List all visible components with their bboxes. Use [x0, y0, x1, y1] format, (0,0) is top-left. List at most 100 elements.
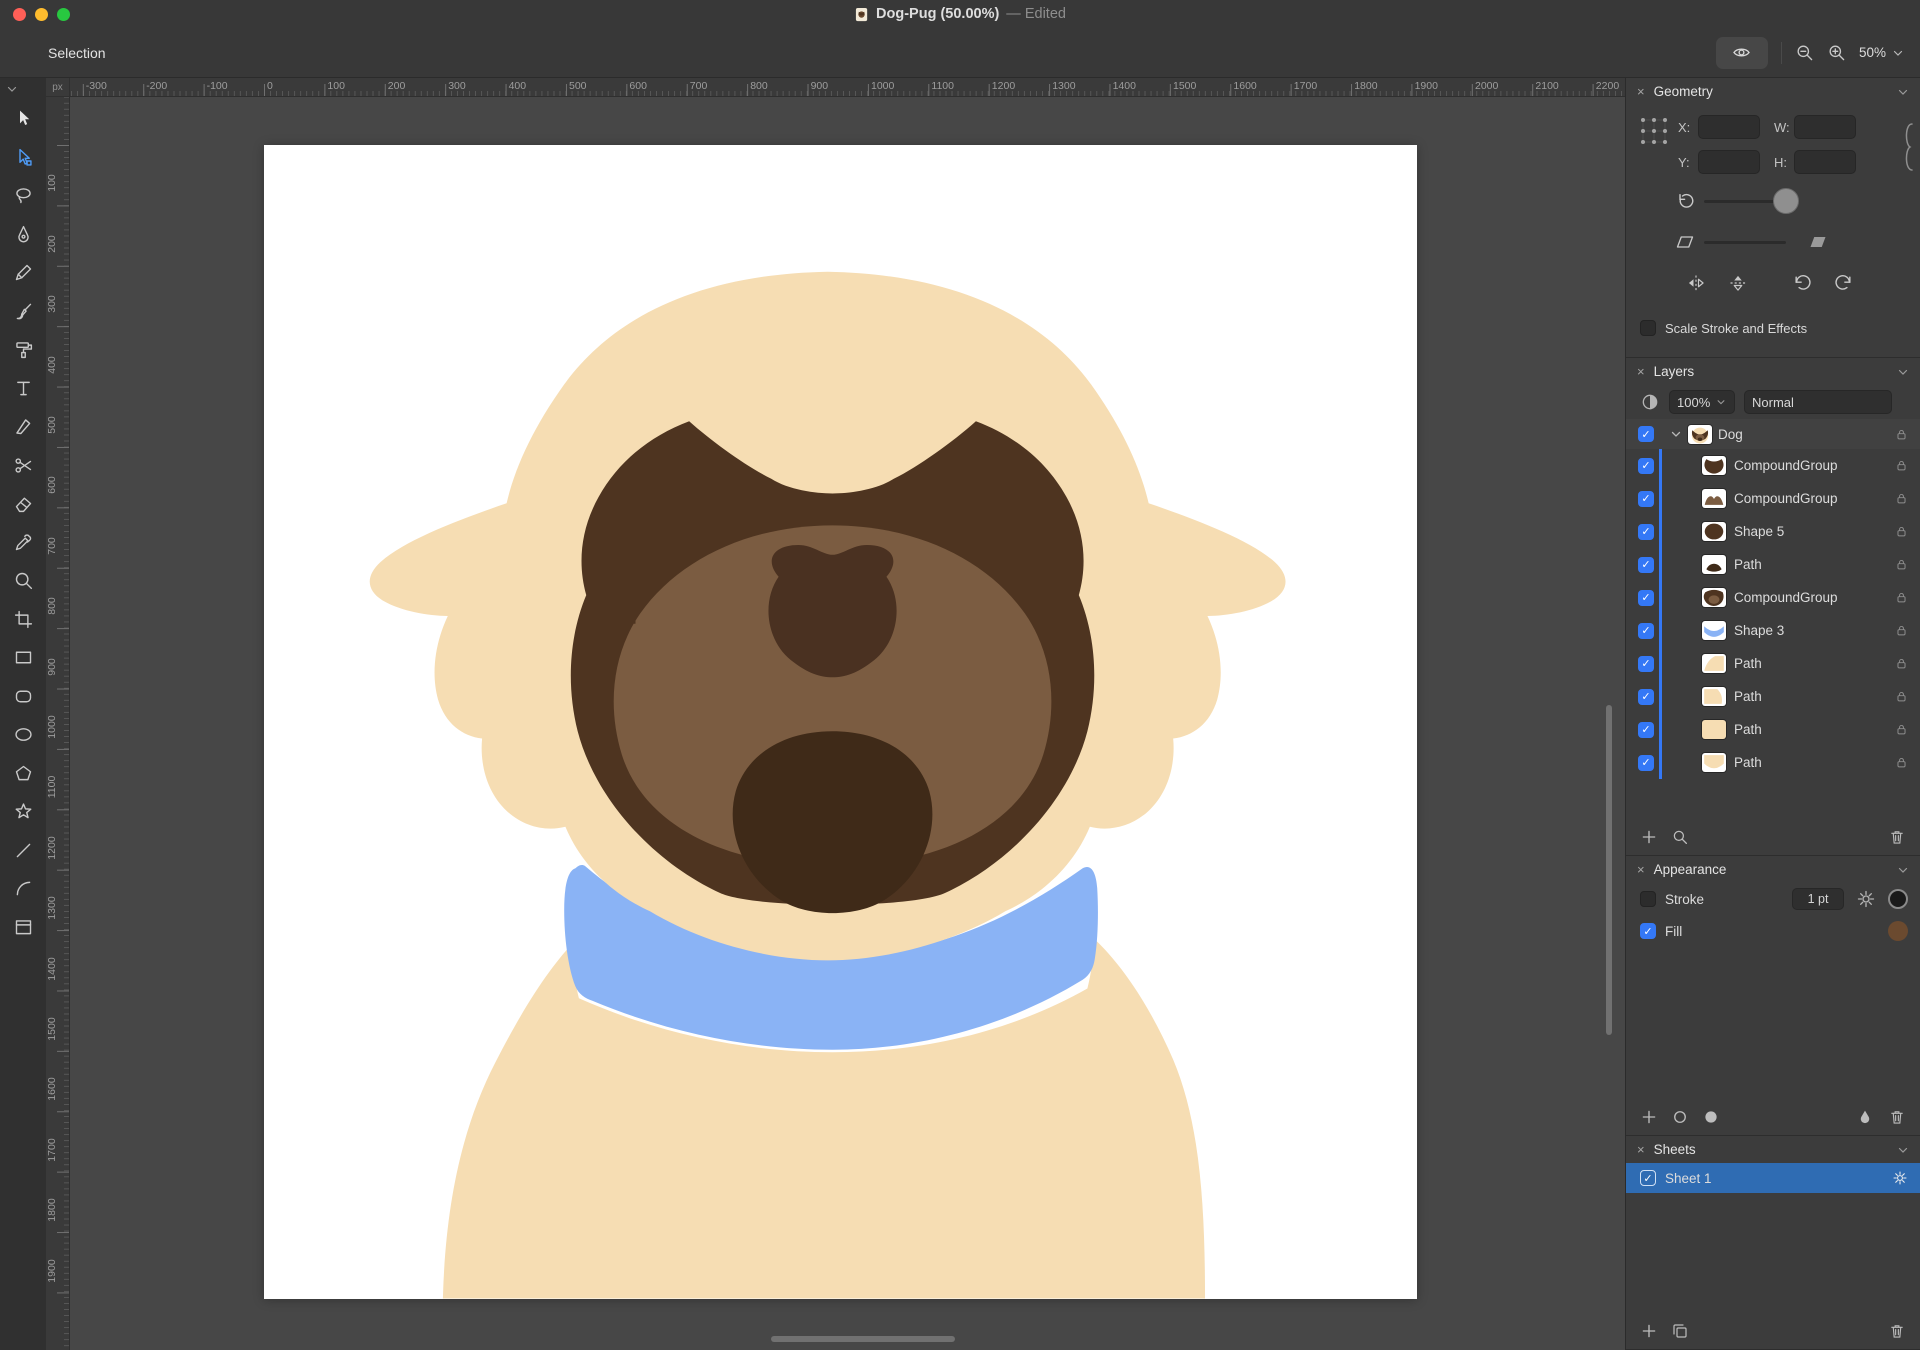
lock-icon[interactable]: [1895, 459, 1908, 472]
tool-lasso[interactable]: [7, 181, 39, 210]
tool-arc[interactable]: [7, 874, 39, 903]
close-panel-icon[interactable]: ×: [1637, 365, 1645, 378]
stroke-visibility-checkbox[interactable]: ✓: [1640, 891, 1656, 907]
tool-polygon[interactable]: [7, 759, 39, 788]
layer-visibility-checkbox[interactable]: ✓: [1638, 426, 1654, 442]
add-sheet-button[interactable]: [1640, 1322, 1658, 1340]
tool-rectangle[interactable]: [7, 643, 39, 672]
rotate-cw-button[interactable]: [1834, 273, 1854, 293]
artboard[interactable]: [264, 145, 1417, 1299]
add-layer-button[interactable]: [1640, 828, 1658, 846]
delete-style-button[interactable]: [1888, 1108, 1906, 1126]
horizontal-scrollbar[interactable]: [771, 1336, 955, 1342]
close-panel-icon[interactable]: ×: [1637, 85, 1645, 98]
close-panel-icon[interactable]: ×: [1637, 1143, 1645, 1156]
layer-row[interactable]: ✓ Path: [1626, 680, 1920, 713]
tool-scissors[interactable]: [7, 451, 39, 480]
blend-mode-dropdown[interactable]: Normal: [1744, 390, 1892, 414]
rotation-slider[interactable]: [1704, 186, 1786, 216]
layer-visibility-checkbox[interactable]: ✓: [1638, 590, 1654, 606]
h-input[interactable]: [1794, 150, 1856, 174]
fill-color-swatch[interactable]: [1888, 921, 1908, 941]
tool-transform[interactable]: [7, 605, 39, 634]
search-layers-icon[interactable]: [1671, 828, 1689, 846]
transform-anchor-grid[interactable]: [1639, 116, 1669, 149]
layer-visibility-checkbox[interactable]: ✓: [1638, 524, 1654, 540]
tool-zoom[interactable]: [7, 566, 39, 595]
layer-row[interactable]: ✓ CompoundGroup: [1626, 581, 1920, 614]
close-panel-icon[interactable]: ×: [1637, 863, 1645, 876]
rotation-knob[interactable]: [1773, 188, 1799, 214]
layer-visibility-checkbox[interactable]: ✓: [1638, 491, 1654, 507]
lock-icon[interactable]: [1895, 756, 1908, 769]
flip-vertical-icon[interactable]: [1728, 273, 1748, 293]
sheet-settings-gear-icon[interactable]: [1892, 1170, 1908, 1186]
lock-icon[interactable]: [1895, 624, 1908, 637]
flip-horizontal-icon[interactable]: [1686, 273, 1706, 293]
tool-paint-roller[interactable]: [7, 335, 39, 364]
layer-visibility-checkbox[interactable]: ✓: [1638, 755, 1654, 771]
layer-row[interactable]: ✓ Path: [1626, 746, 1920, 779]
vertical-scrollbar[interactable]: [1606, 705, 1612, 1035]
lock-icon[interactable]: [1895, 492, 1908, 505]
delete-layer-button[interactable]: [1888, 828, 1906, 846]
preview-mode-button[interactable]: [1716, 37, 1768, 69]
layer-row[interactable]: ✓ Shape 3: [1626, 614, 1920, 647]
canvas-viewport[interactable]: [70, 97, 1625, 1350]
fill-visibility-checkbox[interactable]: ✓: [1640, 923, 1656, 939]
zoom-in-button[interactable]: [1827, 43, 1846, 62]
layer-row[interactable]: ✓ Path: [1626, 713, 1920, 746]
layer-visibility-checkbox[interactable]: ✓: [1638, 458, 1654, 474]
rotate-ccw-button[interactable]: [1792, 273, 1812, 293]
tool-selection[interactable]: [7, 104, 39, 133]
layer-row[interactable]: ✓ CompoundGroup: [1626, 449, 1920, 482]
chevron-down-icon[interactable]: [1897, 86, 1909, 98]
stroke-color-swatch[interactable]: [1888, 889, 1908, 909]
stroke-settings-gear-icon[interactable]: [1856, 889, 1876, 909]
ink-pen-icon[interactable]: [1856, 1108, 1874, 1126]
tool-star[interactable]: [7, 797, 39, 826]
stroke-style-icon[interactable]: [1671, 1108, 1689, 1126]
tool-pencil[interactable]: [7, 258, 39, 287]
zoom-level-dropdown[interactable]: 50%: [1859, 45, 1904, 60]
x-input[interactable]: [1698, 115, 1760, 139]
stroke-width-field[interactable]: 1 pt: [1792, 888, 1844, 910]
tool-line[interactable]: [7, 836, 39, 865]
layer-row[interactable]: ✓ Shape 5: [1626, 515, 1920, 548]
lock-icon[interactable]: [1895, 525, 1908, 538]
layer-row[interactable]: ✓ CompoundGroup: [1626, 482, 1920, 515]
layer-visibility-checkbox[interactable]: ✓: [1638, 689, 1654, 705]
delete-sheet-button[interactable]: [1888, 1322, 1906, 1340]
horizontal-ruler[interactable]: -300-200-1000100200300400500600700800900…: [70, 78, 1625, 97]
shear-slider[interactable]: [1704, 227, 1786, 257]
tool-text[interactable]: [7, 374, 39, 403]
chevron-down-icon[interactable]: [1897, 366, 1909, 378]
layer-row[interactable]: ✓ Path: [1626, 548, 1920, 581]
lock-icon[interactable]: [1895, 690, 1908, 703]
disclosure-chevron-icon[interactable]: [1670, 428, 1682, 440]
chevron-down-icon[interactable]: [1897, 864, 1909, 876]
tool-rounded-rectangle[interactable]: [7, 682, 39, 711]
layer-visibility-checkbox[interactable]: ✓: [1638, 557, 1654, 573]
opacity-dropdown[interactable]: 100%: [1669, 390, 1735, 414]
lock-icon[interactable]: [1895, 591, 1908, 604]
canvas-options-chevron[interactable]: [6, 83, 18, 95]
sheet-row[interactable]: ✓ Sheet 1: [1626, 1163, 1920, 1193]
tool-direct-selection[interactable]: [7, 143, 39, 172]
fill-style-icon[interactable]: [1702, 1108, 1720, 1126]
lock-icon[interactable]: [1895, 428, 1908, 441]
tool-calligraphy[interactable]: [7, 412, 39, 441]
duplicate-sheet-icon[interactable]: [1671, 1322, 1689, 1340]
y-input[interactable]: [1698, 150, 1760, 174]
close-window-button[interactable]: [13, 8, 26, 21]
add-style-button[interactable]: [1640, 1108, 1658, 1126]
tool-artboard[interactable]: [7, 913, 39, 942]
ruler-unit-corner[interactable]: px: [46, 78, 70, 97]
link-width-height-icon[interactable]: [1901, 118, 1915, 179]
layer-visibility-checkbox[interactable]: ✓: [1638, 623, 1654, 639]
w-input[interactable]: [1794, 115, 1856, 139]
fullscreen-window-button[interactable]: [57, 8, 70, 21]
layer-row-root[interactable]: ✓ Dog: [1626, 419, 1920, 449]
zoom-out-button[interactable]: [1795, 43, 1814, 62]
tool-brush[interactable]: [7, 297, 39, 326]
